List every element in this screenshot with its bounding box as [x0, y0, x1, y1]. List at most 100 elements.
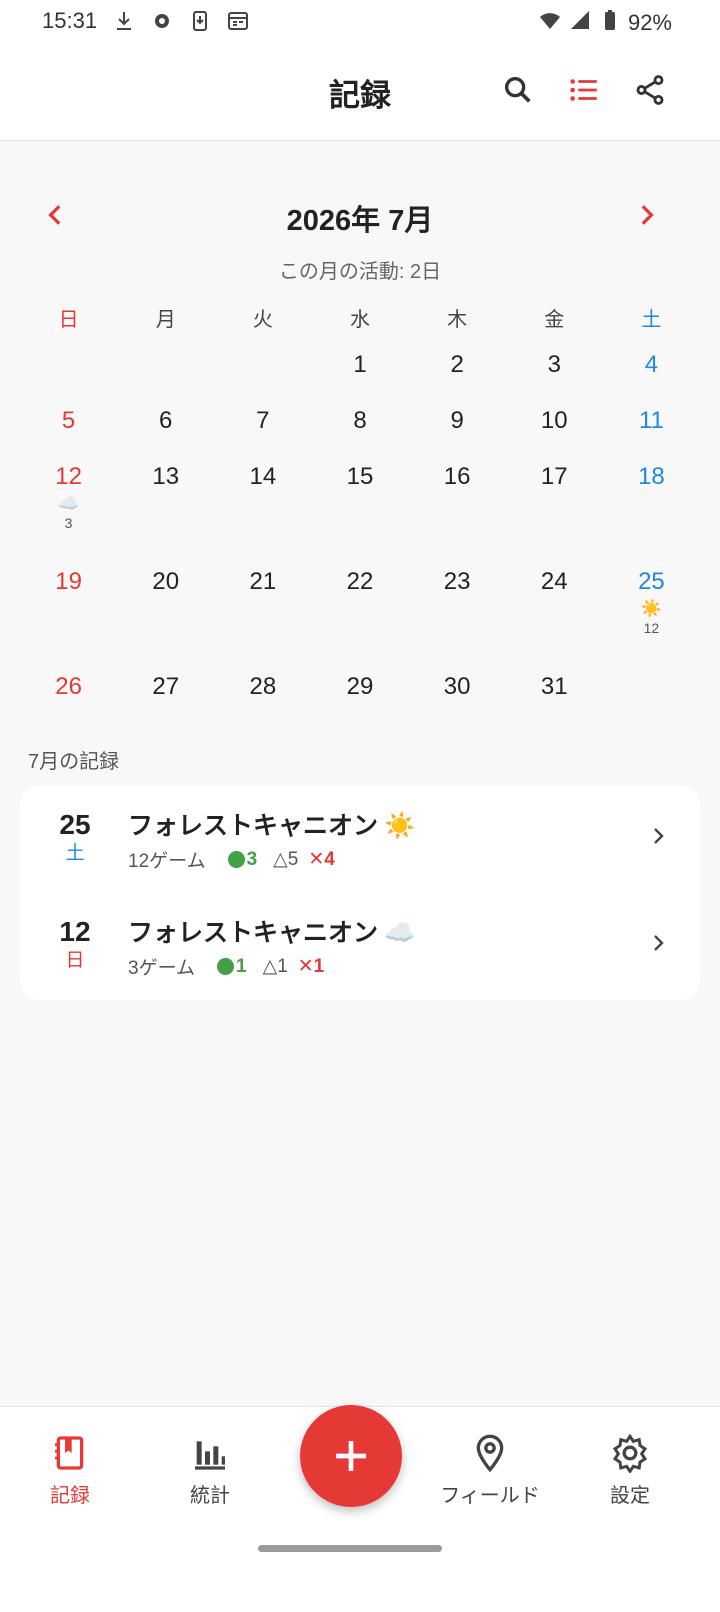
day-number: 20: [152, 568, 180, 595]
weather-icon: ☁️: [57, 494, 80, 513]
record-wins: 3: [227, 848, 258, 871]
record-title: フォレストキャニオン ☀️: [128, 806, 415, 842]
nav-fields[interactable]: フィールド: [430, 1433, 550, 1508]
list-icon: [570, 79, 597, 101]
calendar-day[interactable]: 24: [506, 557, 603, 662]
share-button[interactable]: [630, 70, 670, 110]
calendar-day[interactable]: 30: [409, 662, 506, 718]
calendar-day[interactable]: 12 ☁️ 3: [20, 452, 117, 557]
calendar-day: [20, 340, 117, 396]
day-number: 11: [638, 407, 664, 434]
calendar-day[interactable]: 20: [117, 557, 214, 662]
calendar-week-row: 1 2 3 4: [20, 340, 700, 396]
calendar-day[interactable]: 18: [603, 452, 700, 557]
record-item[interactable]: 12 日 フォレストキャニオン ☁️ 3ゲーム 1 △1 ✕1: [20, 893, 700, 1000]
calendar-day[interactable]: 23: [409, 557, 506, 662]
calendar-day[interactable]: 4: [603, 340, 700, 396]
add-record-button[interactable]: [300, 1405, 402, 1507]
day-number: 17: [540, 463, 568, 490]
calendar-day[interactable]: 1: [311, 340, 408, 396]
day-number: 14: [249, 463, 277, 490]
calendar-status-icon: [226, 9, 250, 38]
calendar-day[interactable]: 7: [214, 396, 311, 452]
calendar-day[interactable]: 5: [20, 396, 117, 452]
calendar-day[interactable]: 16: [409, 452, 506, 557]
calendar-day: [603, 662, 700, 718]
record-draws: △5: [273, 849, 299, 870]
calendar-day[interactable]: 17: [506, 452, 603, 557]
day-number: 13: [152, 463, 180, 490]
settings-status-icon: [150, 9, 174, 38]
day-number: 5: [61, 407, 76, 434]
calendar-day[interactable]: 6: [117, 396, 214, 452]
record-losses: ✕1: [297, 956, 325, 977]
calendar-day[interactable]: 11: [603, 396, 700, 452]
day-number: 27: [152, 673, 180, 700]
status-time: 15:31: [42, 8, 98, 33]
day-number: 23: [443, 568, 471, 595]
download-icon: [112, 9, 136, 38]
day-number: 22: [346, 568, 374, 595]
calendar-day[interactable]: 19: [20, 557, 117, 662]
calendar-day[interactable]: 25 ☀️ 12: [603, 557, 700, 662]
calendar-day[interactable]: 28: [214, 662, 311, 718]
win-dot-icon: [217, 958, 234, 975]
calendar-day[interactable]: 29: [311, 662, 408, 718]
record-day: 12: [59, 916, 91, 947]
record-day: 25: [59, 809, 91, 840]
calendar-day[interactable]: 26: [20, 662, 117, 718]
day-number: 31: [540, 673, 568, 700]
bar-chart-icon: [195, 1441, 225, 1470]
weekday-label: 月: [155, 309, 176, 331]
calendar-day[interactable]: 22: [311, 557, 408, 662]
weekday-label: 金: [544, 309, 565, 331]
record-losses: ✕4: [308, 849, 335, 870]
nav-stats[interactable]: 統計: [150, 1433, 270, 1508]
record-wins: 1: [217, 956, 247, 978]
calendar-day[interactable]: 27: [117, 662, 214, 718]
calendar-week-row: 12 ☁️ 3 13 14 15 16 17 18: [20, 452, 700, 557]
nav-records[interactable]: 記録: [10, 1433, 130, 1508]
record-item[interactable]: 25 土 フォレストキャニオン ☀️ 12ゲーム 3 △5 ✕4: [20, 786, 700, 893]
calendar-grid: 1 2 3 4 5 6 7 8 9 10 11 12 ☁️ 3 13 14 15 16 17 18 19 20 21 22 23…: [20, 340, 700, 718]
day-number: 18: [638, 463, 665, 490]
records-list: 25 土 フォレストキャニオン ☀️ 12ゲーム 3 △5 ✕4 12 日 フォレ…: [20, 786, 700, 1000]
day-number: 21: [249, 568, 277, 595]
chevron-right-icon: [654, 828, 664, 844]
sun-icon: ☀️: [384, 812, 416, 840]
plus-icon: [336, 1441, 366, 1471]
calendar-day[interactable]: 15: [311, 452, 408, 557]
day-number: 2: [450, 351, 464, 378]
calendar-day[interactable]: 2: [409, 340, 506, 396]
chevron-right-icon: [654, 935, 664, 951]
calendar-day[interactable]: 3: [506, 340, 603, 396]
search-icon: [504, 76, 531, 103]
day-number: 26: [55, 673, 82, 700]
calendar-day[interactable]: 8: [311, 396, 408, 452]
calendar-header: 2026年 7月: [0, 195, 720, 237]
day-number: 16: [443, 463, 471, 490]
bottom-nav: 記録 統計 フィールド 設定: [0, 1405, 720, 1612]
win-dot-icon: [227, 851, 245, 868]
calendar-day[interactable]: 14: [214, 452, 311, 557]
calendar-day[interactable]: 21: [214, 557, 311, 662]
next-month-button[interactable]: [626, 195, 666, 235]
win-count: 3: [246, 848, 258, 870]
calendar-day[interactable]: 13: [117, 452, 214, 557]
day-number: 8: [353, 407, 367, 434]
day-number: 24: [540, 568, 568, 595]
calendar-day[interactable]: 31: [506, 662, 603, 718]
share-icon: [636, 75, 664, 105]
cloud-icon: ☁️: [384, 919, 416, 947]
weekday-label: 木: [447, 309, 468, 331]
search-button[interactable]: [498, 70, 538, 110]
calendar-day[interactable]: 10: [506, 396, 603, 452]
calendar-day[interactable]: 9: [409, 396, 506, 452]
record-title: フォレストキャニオン ☁️: [128, 913, 415, 949]
record-weekday: 土: [65, 843, 85, 864]
record-games: 3ゲーム: [128, 958, 195, 979]
list-view-button[interactable]: [564, 70, 604, 110]
wifi-icon: [538, 8, 562, 37]
battery-icon: [598, 8, 622, 37]
nav-settings[interactable]: 設定: [570, 1433, 690, 1508]
